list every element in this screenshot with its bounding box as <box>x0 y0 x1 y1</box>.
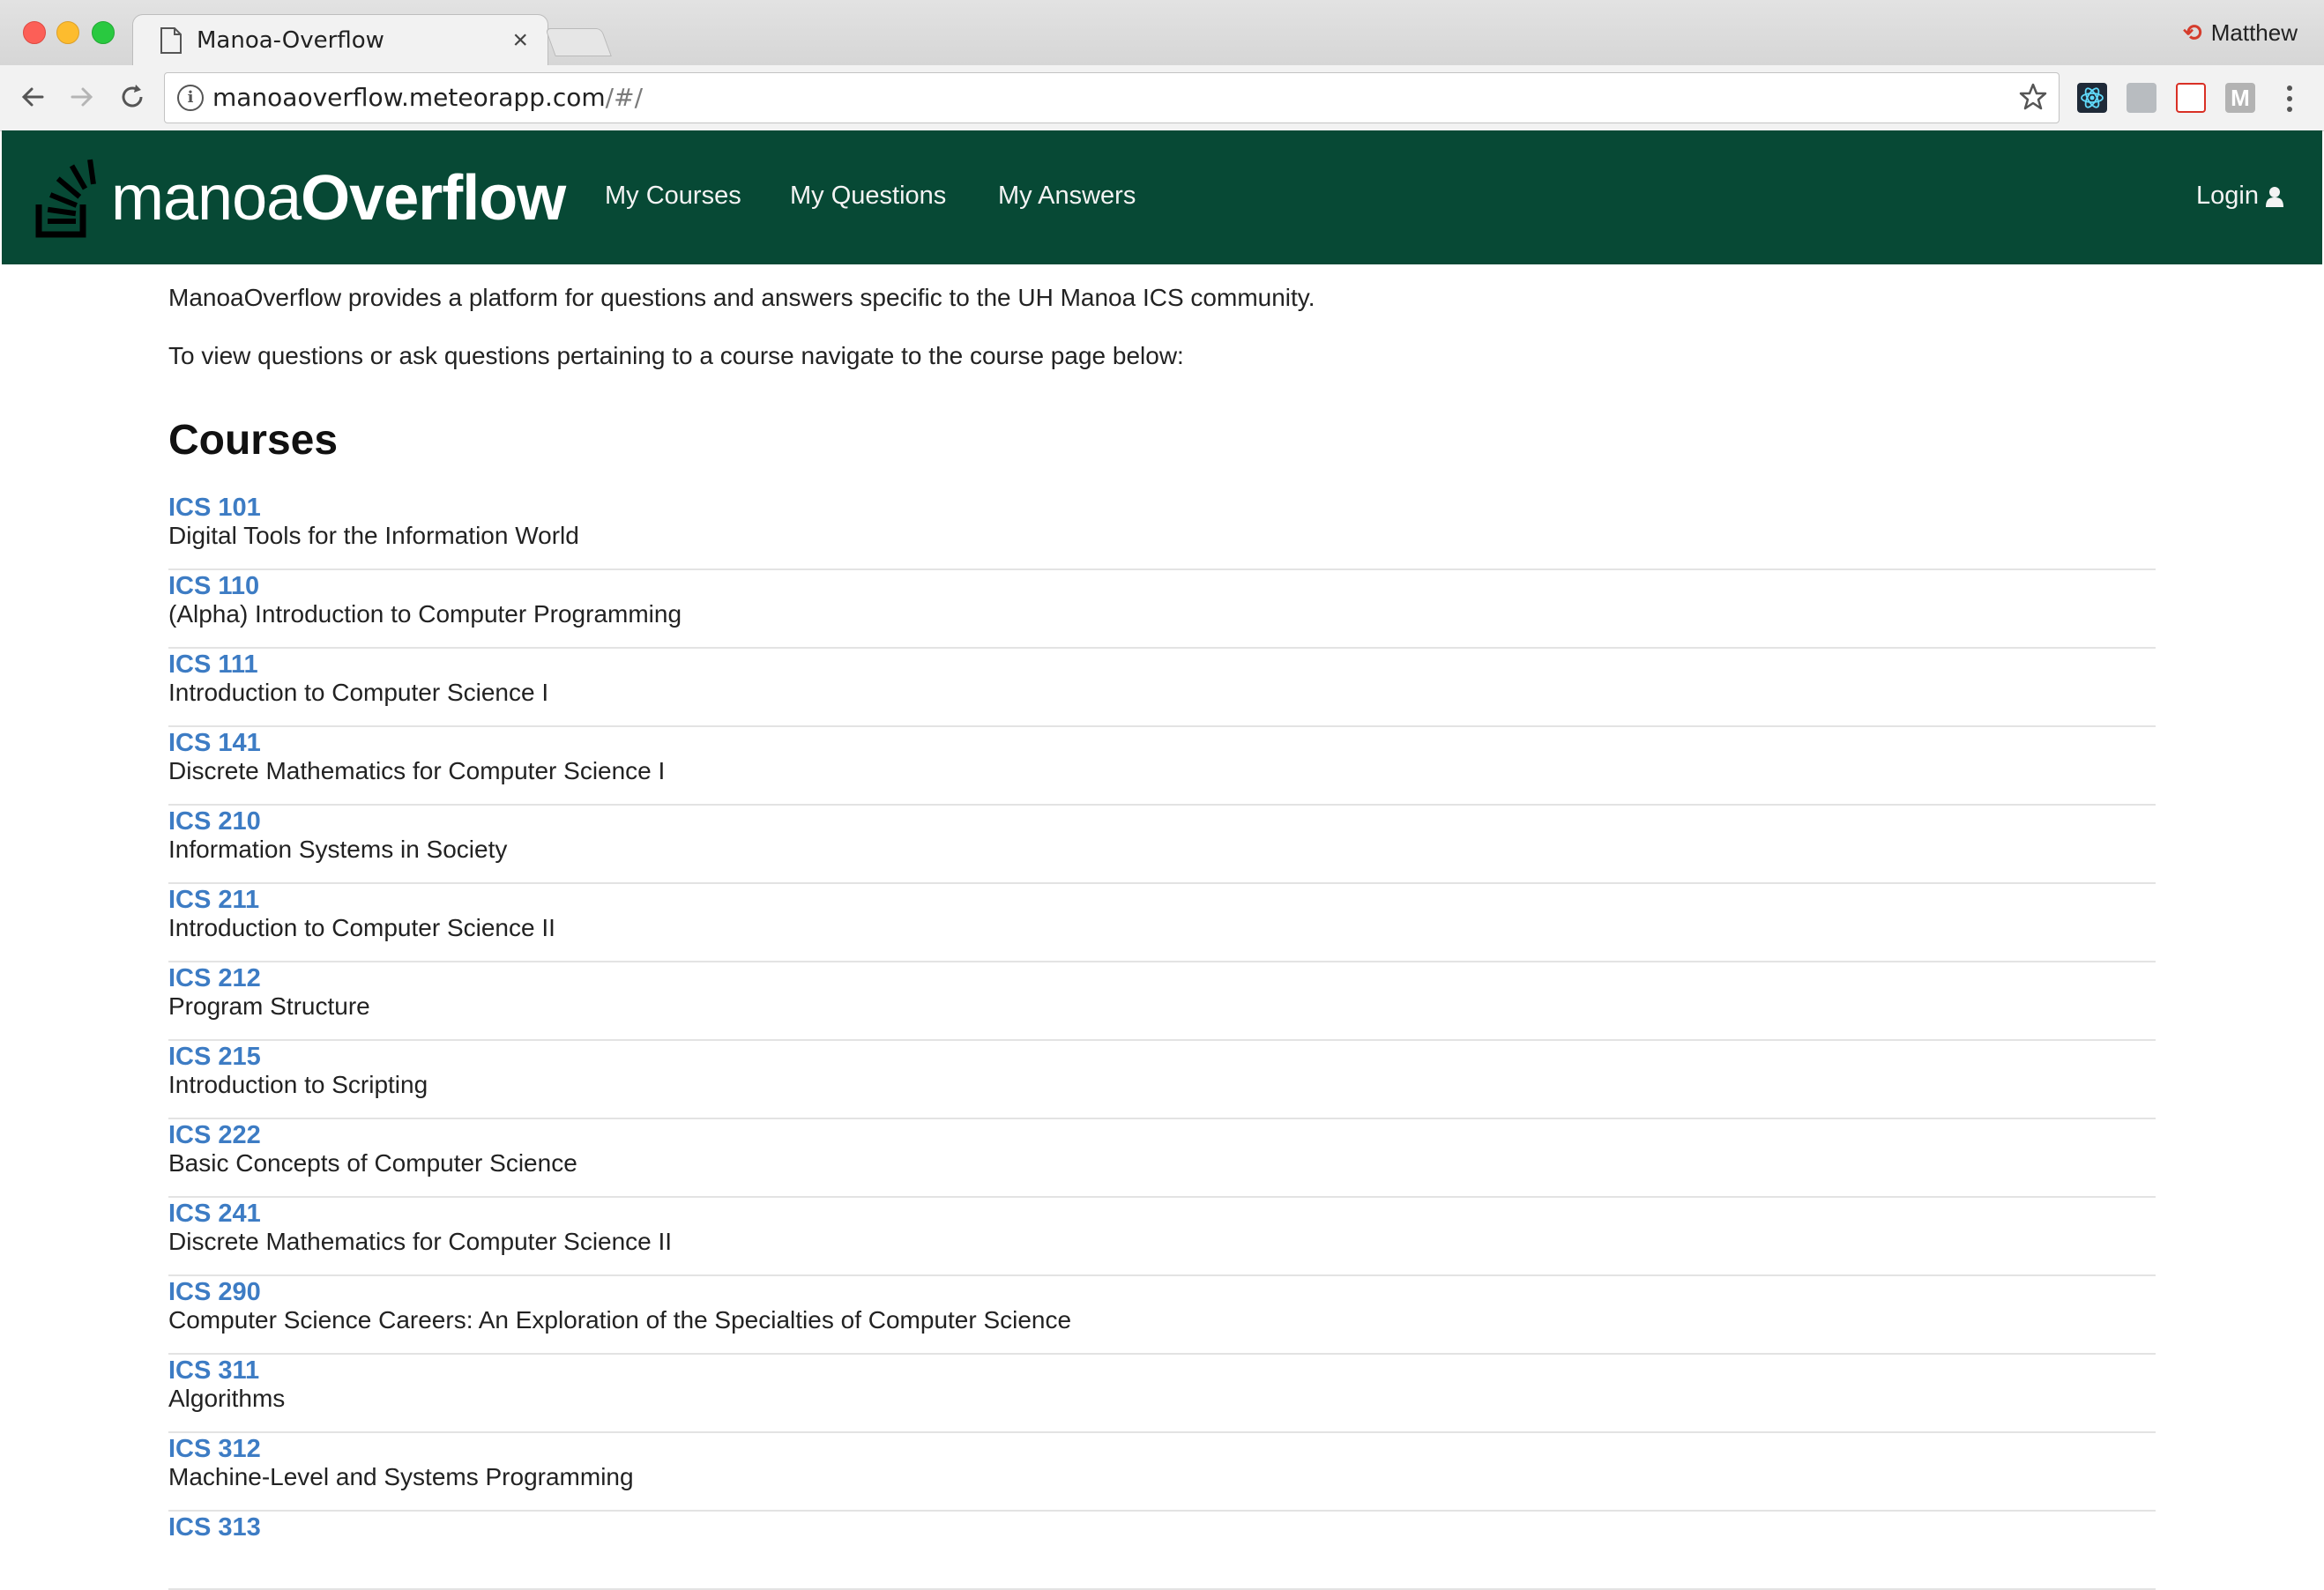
new-tab-button[interactable] <box>545 28 612 56</box>
intro-paragraph: ManoaOverflow provides a platform for qu… <box>168 284 1315 311</box>
instructions-paragraph: To view questions or ask questions perta… <box>168 342 1184 369</box>
course-list-item: ICS 312 Machine-Level and Systems Program… <box>168 1433 2156 1512</box>
course-title: Computer Science Careers: An Exploration… <box>168 1306 1072 1334</box>
nav-my-courses[interactable]: My Courses <box>605 182 741 211</box>
window-minimize-button[interactable] <box>56 21 79 44</box>
course-list-item: ICS 212 Program Structure <box>168 962 2156 1041</box>
browser-tab[interactable]: Manoa-Overflow × <box>132 14 548 66</box>
course-list-item: ICS 141 Discrete Mathematics for Computer… <box>168 727 2156 806</box>
course-link[interactable]: ICS 101 <box>168 494 261 523</box>
calendar-extension-icon[interactable] <box>2176 83 2206 113</box>
login-button[interactable]: Login <box>2196 182 2283 211</box>
login-label: Login <box>2196 182 2259 210</box>
course-list-item: ICS 313 <box>168 1512 2156 1590</box>
course-title: Introduction to Computer Science I <box>168 679 549 706</box>
course-link[interactable]: ICS 313 <box>168 1513 261 1542</box>
sync-paused-icon: ⟲ <box>2182 19 2202 46</box>
course-list: ICS 101 Digital Tools for the Information… <box>168 492 2156 1590</box>
course-title: Discrete Mathematics for Computer Scienc… <box>168 1228 673 1255</box>
course-link[interactable]: ICS 210 <box>168 807 261 836</box>
course-link[interactable]: ICS 290 <box>168 1278 261 1307</box>
course-list-item: ICS 211 Introduction to Computer Science … <box>168 884 2156 962</box>
course-link[interactable]: ICS 222 <box>168 1121 261 1150</box>
browser-menu-icon[interactable] <box>2283 83 2296 115</box>
address-bar[interactable]: i manoaoverflow.meteorapp.com/#/ <box>164 72 2060 123</box>
m-extension-icon[interactable]: M <box>2225 83 2255 113</box>
logo-text-light: manoa <box>111 163 302 234</box>
course-title: (Alpha) Introduction to Computer Program… <box>168 600 682 628</box>
course-title: Information Systems in Society <box>168 836 508 863</box>
url-path: /#/ <box>605 83 643 112</box>
auto-refresh-extension-icon[interactable] <box>2127 83 2156 113</box>
logo-text-bold: Overflow <box>301 163 566 234</box>
course-list-item: ICS 222 Basic Concepts of Computer Scienc… <box>168 1119 2156 1198</box>
course-link[interactable]: ICS 311 <box>168 1356 259 1386</box>
site-info-icon[interactable]: i <box>177 85 204 111</box>
nav-my-questions[interactable]: My Questions <box>790 182 946 211</box>
window-maximize-button[interactable] <box>92 21 115 44</box>
browser-chrome: Manoa-Overflow × ⟲ Matthew i manoaoverfl… <box>0 0 2324 131</box>
reload-icon[interactable] <box>115 79 150 115</box>
course-list-item: ICS 311 Algorithms <box>168 1355 2156 1433</box>
react-devtools-extension-icon[interactable] <box>2077 83 2107 113</box>
course-title: Introduction to Computer Science II <box>168 914 555 941</box>
course-link[interactable]: ICS 241 <box>168 1200 261 1229</box>
course-title: Program Structure <box>168 992 370 1020</box>
document-icon <box>160 27 182 54</box>
tab-close-icon[interactable]: × <box>512 26 528 56</box>
course-link[interactable]: ICS 141 <box>168 729 261 758</box>
course-link[interactable]: ICS 211 <box>168 886 259 915</box>
course-title: Discrete Mathematics for Computer Scienc… <box>168 757 666 784</box>
user-icon <box>2266 186 2283 207</box>
profile-button[interactable]: ⟲ Matthew <box>2183 19 2298 47</box>
window-close-button[interactable] <box>23 21 46 44</box>
course-list-item: ICS 210 Information Systems in Society <box>168 806 2156 884</box>
course-list-item: ICS 215 Introduction to Scripting <box>168 1041 2156 1119</box>
course-title: Basic Concepts of Computer Science <box>168 1149 577 1177</box>
back-arrow-icon[interactable] <box>16 79 51 115</box>
site-logo[interactable]: manoaOverflow <box>111 162 566 234</box>
profile-name: Matthew <box>2210 19 2298 46</box>
course-link[interactable]: ICS 110 <box>168 572 259 601</box>
course-list-item: ICS 110 (Alpha) Introduction to Computer … <box>168 570 2156 649</box>
tab-title: Manoa-Overflow <box>197 27 384 54</box>
course-list-item: ICS 101 Digital Tools for the Information… <box>168 492 2156 570</box>
course-title: Introduction to Scripting <box>168 1071 428 1098</box>
course-link[interactable]: ICS 215 <box>168 1043 261 1072</box>
course-link[interactable]: ICS 312 <box>168 1435 261 1464</box>
course-link[interactable]: ICS 212 <box>168 964 261 993</box>
url-host: manoaoverflow.meteorapp.com <box>212 83 606 112</box>
address-url: manoaoverflow.meteorapp.com/#/ <box>212 83 643 112</box>
browser-toolbar: i manoaoverflow.meteorapp.com/#/ M <box>0 65 2324 131</box>
forward-arrow-icon[interactable] <box>63 79 99 115</box>
nav-my-answers[interactable]: My Answers <box>998 182 1136 211</box>
site-navbar: manoaOverflow My Courses My Questions My… <box>2 130 2322 264</box>
course-link[interactable]: ICS 111 <box>168 650 258 680</box>
courses-heading: Courses <box>168 417 339 464</box>
course-title: Digital Tools for the Information World <box>168 522 579 549</box>
course-title: Machine-Level and Systems Programming <box>168 1463 634 1490</box>
browser-titlebar: Manoa-Overflow × ⟲ Matthew <box>0 0 2324 66</box>
react-atom-icon <box>2081 87 2104 108</box>
course-list-item: ICS 241 Discrete Mathematics for Computer… <box>168 1198 2156 1276</box>
course-list-item: ICS 111 Introduction to Computer Science … <box>168 649 2156 727</box>
bookmark-star-icon[interactable] <box>2018 82 2048 112</box>
course-list-item: ICS 290 Computer Science Careers: An Expl… <box>168 1276 2156 1355</box>
stack-overflow-logo-icon[interactable] <box>35 153 101 238</box>
course-title: Algorithms <box>168 1385 286 1412</box>
